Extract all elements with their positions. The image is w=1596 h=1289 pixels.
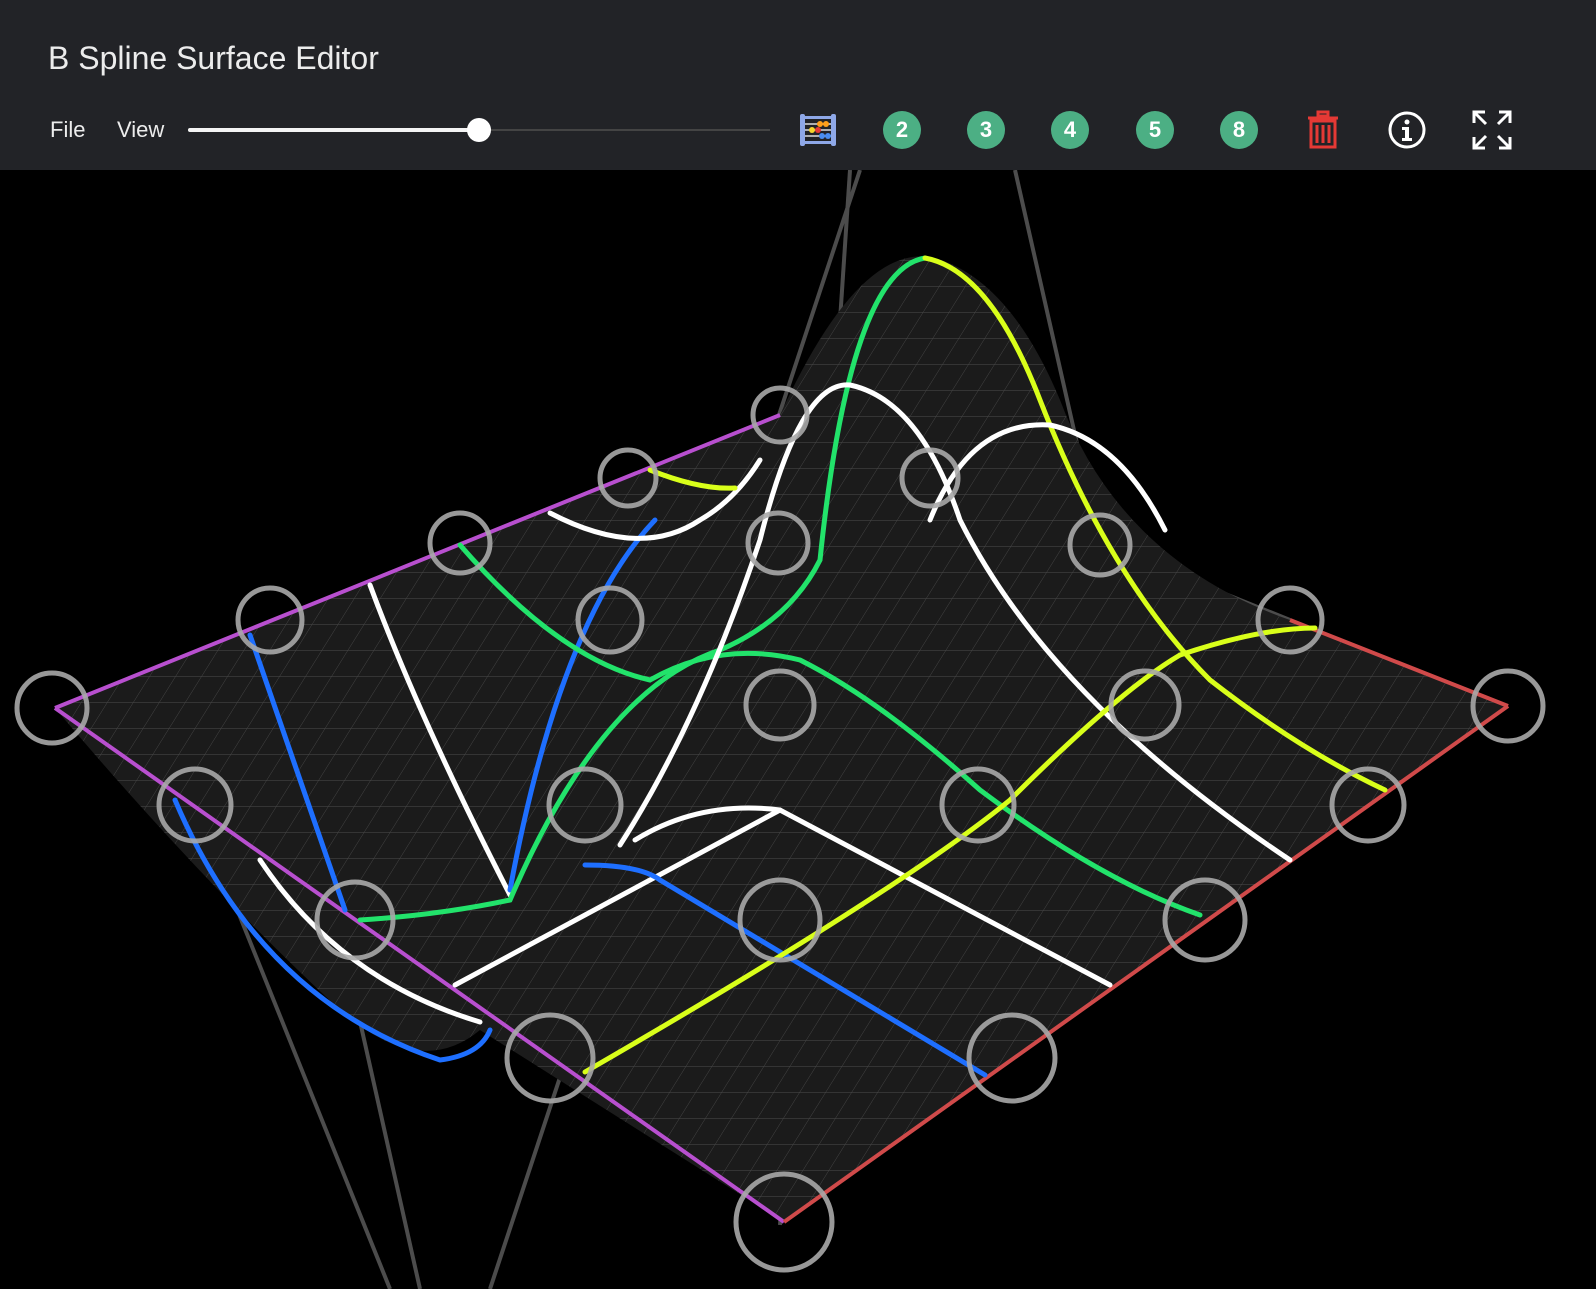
abacus-icon — [800, 114, 836, 146]
degree-3-button[interactable]: 3 — [964, 108, 1008, 152]
degree-4-button[interactable]: 4 — [1048, 108, 1092, 152]
resolution-slider[interactable] — [188, 118, 770, 142]
degree-8-button[interactable]: 8 — [1217, 108, 1261, 152]
app-title: B Spline Surface Editor — [48, 40, 379, 76]
app-header: B Spline Surface Editor File View 2 3 4 … — [0, 0, 1596, 170]
degree-3-label: 3 — [967, 111, 1005, 149]
degree-5-label: 5 — [1136, 111, 1174, 149]
view-menu[interactable]: View — [117, 117, 164, 143]
knots-button[interactable] — [796, 108, 840, 152]
degree-4-label: 4 — [1051, 111, 1089, 149]
degree-2-label: 2 — [883, 111, 921, 149]
info-button[interactable] — [1385, 108, 1429, 152]
info-icon — [1388, 111, 1426, 149]
slider-thumb[interactable] — [467, 118, 491, 142]
3d-viewport[interactable] — [0, 170, 1596, 1289]
delete-button[interactable] — [1301, 108, 1345, 152]
fullscreen-button[interactable] — [1470, 108, 1514, 152]
surface-scene — [14, 170, 1546, 1289]
fullscreen-icon — [1472, 110, 1512, 150]
trash-icon — [1308, 110, 1338, 149]
file-menu[interactable]: File — [50, 117, 85, 143]
degree-2-button[interactable]: 2 — [880, 108, 924, 152]
degree-8-label: 8 — [1220, 111, 1258, 149]
slider-fill — [188, 128, 479, 132]
degree-5-button[interactable]: 5 — [1133, 108, 1177, 152]
